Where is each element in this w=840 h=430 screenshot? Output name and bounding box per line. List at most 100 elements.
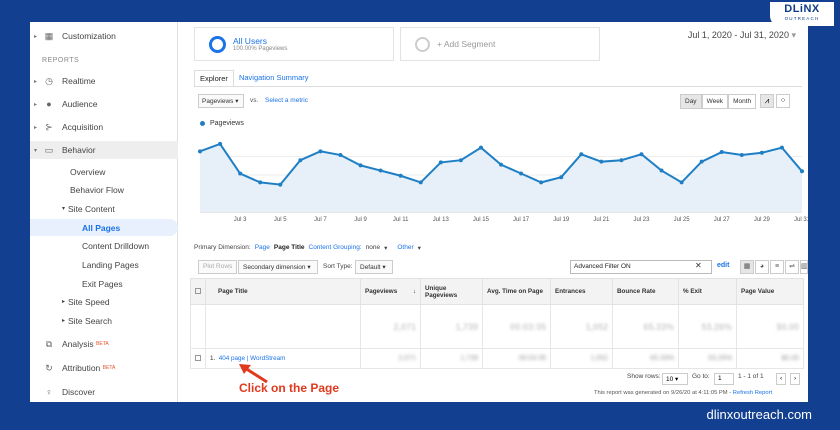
sort-type-select[interactable]: Default ▾ (355, 260, 393, 274)
table-view-icon[interactable]: ▦ (740, 260, 754, 274)
week-button[interactable]: Week (701, 94, 729, 109)
sidebar-item-analysis[interactable]: ⧉ Analysis BETA (30, 335, 178, 353)
sidebar-item-behavior[interactable]: ▾ ▭ Behavior (30, 141, 178, 159)
goto-input[interactable]: 1 (714, 373, 734, 385)
prev-page-button[interactable]: ‹ (776, 373, 787, 385)
sidebar-item-behavior-flow[interactable]: Behavior Flow (30, 181, 178, 198)
col-unique-pageviews[interactable]: Unique Pageviews (420, 278, 483, 305)
data-point[interactable] (478, 145, 483, 150)
data-point[interactable] (198, 149, 202, 154)
col-exit[interactable]: % Exit (678, 278, 737, 305)
clear-filter-icon[interactable]: ✕ (695, 261, 702, 270)
data-point[interactable] (338, 153, 343, 158)
line-chart-icon[interactable]: ⩘ (760, 94, 774, 108)
filter-input[interactable]: Advanced Filter ON (570, 260, 712, 274)
motion-chart-icon[interactable]: ⁘ (776, 94, 790, 108)
data-point[interactable] (619, 158, 624, 163)
brand-url: dlinxoutreach.com (706, 407, 813, 422)
col-entrances[interactable]: Entrances (550, 278, 613, 305)
sidebar-item-audience[interactable]: ▸ ● Audience (30, 95, 178, 113)
metric-select[interactable]: Pageviews ▾ (198, 94, 244, 108)
secondary-dimension-select[interactable]: Secondary dimension ▾ (238, 260, 318, 274)
data-point[interactable] (779, 145, 784, 150)
data-point[interactable] (258, 180, 263, 185)
sidebar-item-customization[interactable]: ▸ ▦ Customization (30, 27, 178, 45)
comparison-view-icon[interactable]: ⇌ (785, 260, 799, 274)
data-point[interactable] (719, 150, 724, 155)
tab-explorer[interactable]: Explorer (194, 70, 234, 86)
day-button[interactable]: Day (680, 94, 702, 109)
data-point[interactable] (298, 158, 303, 163)
content-grouping-label[interactable]: Content Grouping: (309, 244, 362, 252)
col-bounce-rate[interactable]: Bounce Rate (612, 278, 679, 305)
sidebar-item-all-pages[interactable]: All Pages (30, 219, 178, 236)
data-point[interactable] (438, 160, 443, 165)
analytics-screenshot: ▸ ▦ Customization REPORTS ▸ ◷ Realtime ▸ ● Aud… (30, 22, 808, 402)
data-point[interactable] (398, 173, 403, 178)
pivot-view-icon[interactable]: ▥ (800, 260, 808, 274)
x-tick-label: Jul 23 (633, 217, 650, 223)
data-point[interactable] (499, 162, 503, 167)
data-point[interactable] (458, 158, 463, 163)
data-point[interactable] (559, 175, 564, 180)
data-point[interactable] (699, 159, 704, 164)
sidebar-item-overview[interactable]: Overview (30, 163, 178, 180)
dimension-page-title[interactable]: Page Title (274, 244, 305, 252)
col-avg-time[interactable]: Avg. Time on Page (482, 278, 551, 305)
row-checkbox[interactable] (195, 354, 201, 361)
plot-rows-button[interactable]: Plot Rows (198, 260, 238, 274)
data-point[interactable] (539, 180, 544, 185)
sidebar-item-acquisition[interactable]: ▸ ⊱ Acquisition (30, 118, 178, 136)
data-point[interactable] (739, 153, 744, 158)
dimension-page[interactable]: Page (255, 244, 270, 252)
show-rows-select[interactable]: 10 ▾ (662, 373, 688, 385)
sidebar-item-attribution[interactable]: ↻ Attribution BETA (30, 359, 178, 377)
content-grouping-value[interactable]: none (366, 244, 380, 252)
data-point[interactable] (278, 182, 283, 187)
data-point[interactable] (800, 169, 804, 174)
dimension-other[interactable]: Other (397, 244, 413, 252)
row-cell: 65.33% (612, 348, 679, 369)
data-point[interactable] (659, 168, 664, 173)
data-point[interactable] (579, 152, 584, 157)
sidebar-item-site-content[interactable]: ▾ Site Content (30, 200, 178, 217)
tab-navigation-summary[interactable]: Navigation Summary (233, 70, 314, 86)
data-point[interactable] (599, 159, 604, 164)
data-point[interactable] (639, 152, 644, 157)
date-range-picker[interactable]: Jul 1, 2020 - Jul 31, 2020 ▾ (688, 30, 796, 41)
col-page-value[interactable]: Page Value (736, 278, 804, 305)
sidebar-item-realtime[interactable]: ▸ ◷ Realtime (30, 72, 178, 90)
sidebar-item-site-search[interactable]: ▸ Site Search (30, 312, 178, 329)
data-point[interactable] (238, 171, 243, 176)
sidebar-item-landing-pages[interactable]: Landing Pages (30, 256, 178, 273)
sidebar: ▸ ▦ Customization REPORTS ▸ ◷ Realtime ▸ ● Aud… (30, 22, 178, 402)
add-segment-button[interactable]: + Add Segment (400, 27, 600, 61)
page-title-link[interactable]: 404 page | WordStream (219, 355, 286, 362)
data-point[interactable] (679, 180, 684, 185)
bar-view-icon[interactable]: ≡ (770, 260, 784, 274)
data-point[interactable] (519, 171, 524, 176)
select-metric-link[interactable]: Select a metric (265, 97, 308, 104)
data-point[interactable] (418, 180, 423, 185)
sort-arrow-icon: ↓ (412, 288, 416, 295)
edit-filter-link[interactable]: edit (717, 262, 729, 269)
checkbox[interactable] (195, 287, 201, 294)
data-point[interactable] (378, 168, 383, 173)
x-tick-label: Jul 27 (714, 217, 731, 223)
refresh-report-link[interactable]: Refresh Report (733, 390, 772, 396)
col-page-title[interactable]: Page Title (205, 278, 361, 305)
sidebar-item-site-speed[interactable]: ▸ Site Speed (30, 293, 178, 310)
data-point[interactable] (318, 149, 323, 154)
month-button[interactable]: Month (728, 94, 757, 109)
next-page-button[interactable]: › (790, 373, 801, 385)
segment-all-users[interactable]: All Users 100.00% Pageviews (194, 27, 394, 61)
data-point[interactable] (358, 163, 363, 168)
lightbulb-icon: ♀ (45, 387, 53, 397)
sidebar-item-discover[interactable]: ♀ Discover (30, 383, 178, 401)
data-point[interactable] (218, 141, 223, 146)
sidebar-item-content-drilldown[interactable]: Content Drilldown (30, 237, 178, 254)
data-point[interactable] (759, 150, 764, 155)
sidebar-item-exit-pages[interactable]: Exit Pages (30, 275, 178, 292)
col-pageviews[interactable]: Pageviews ↓ (360, 278, 421, 305)
pie-view-icon[interactable]: ◕ (755, 260, 769, 274)
